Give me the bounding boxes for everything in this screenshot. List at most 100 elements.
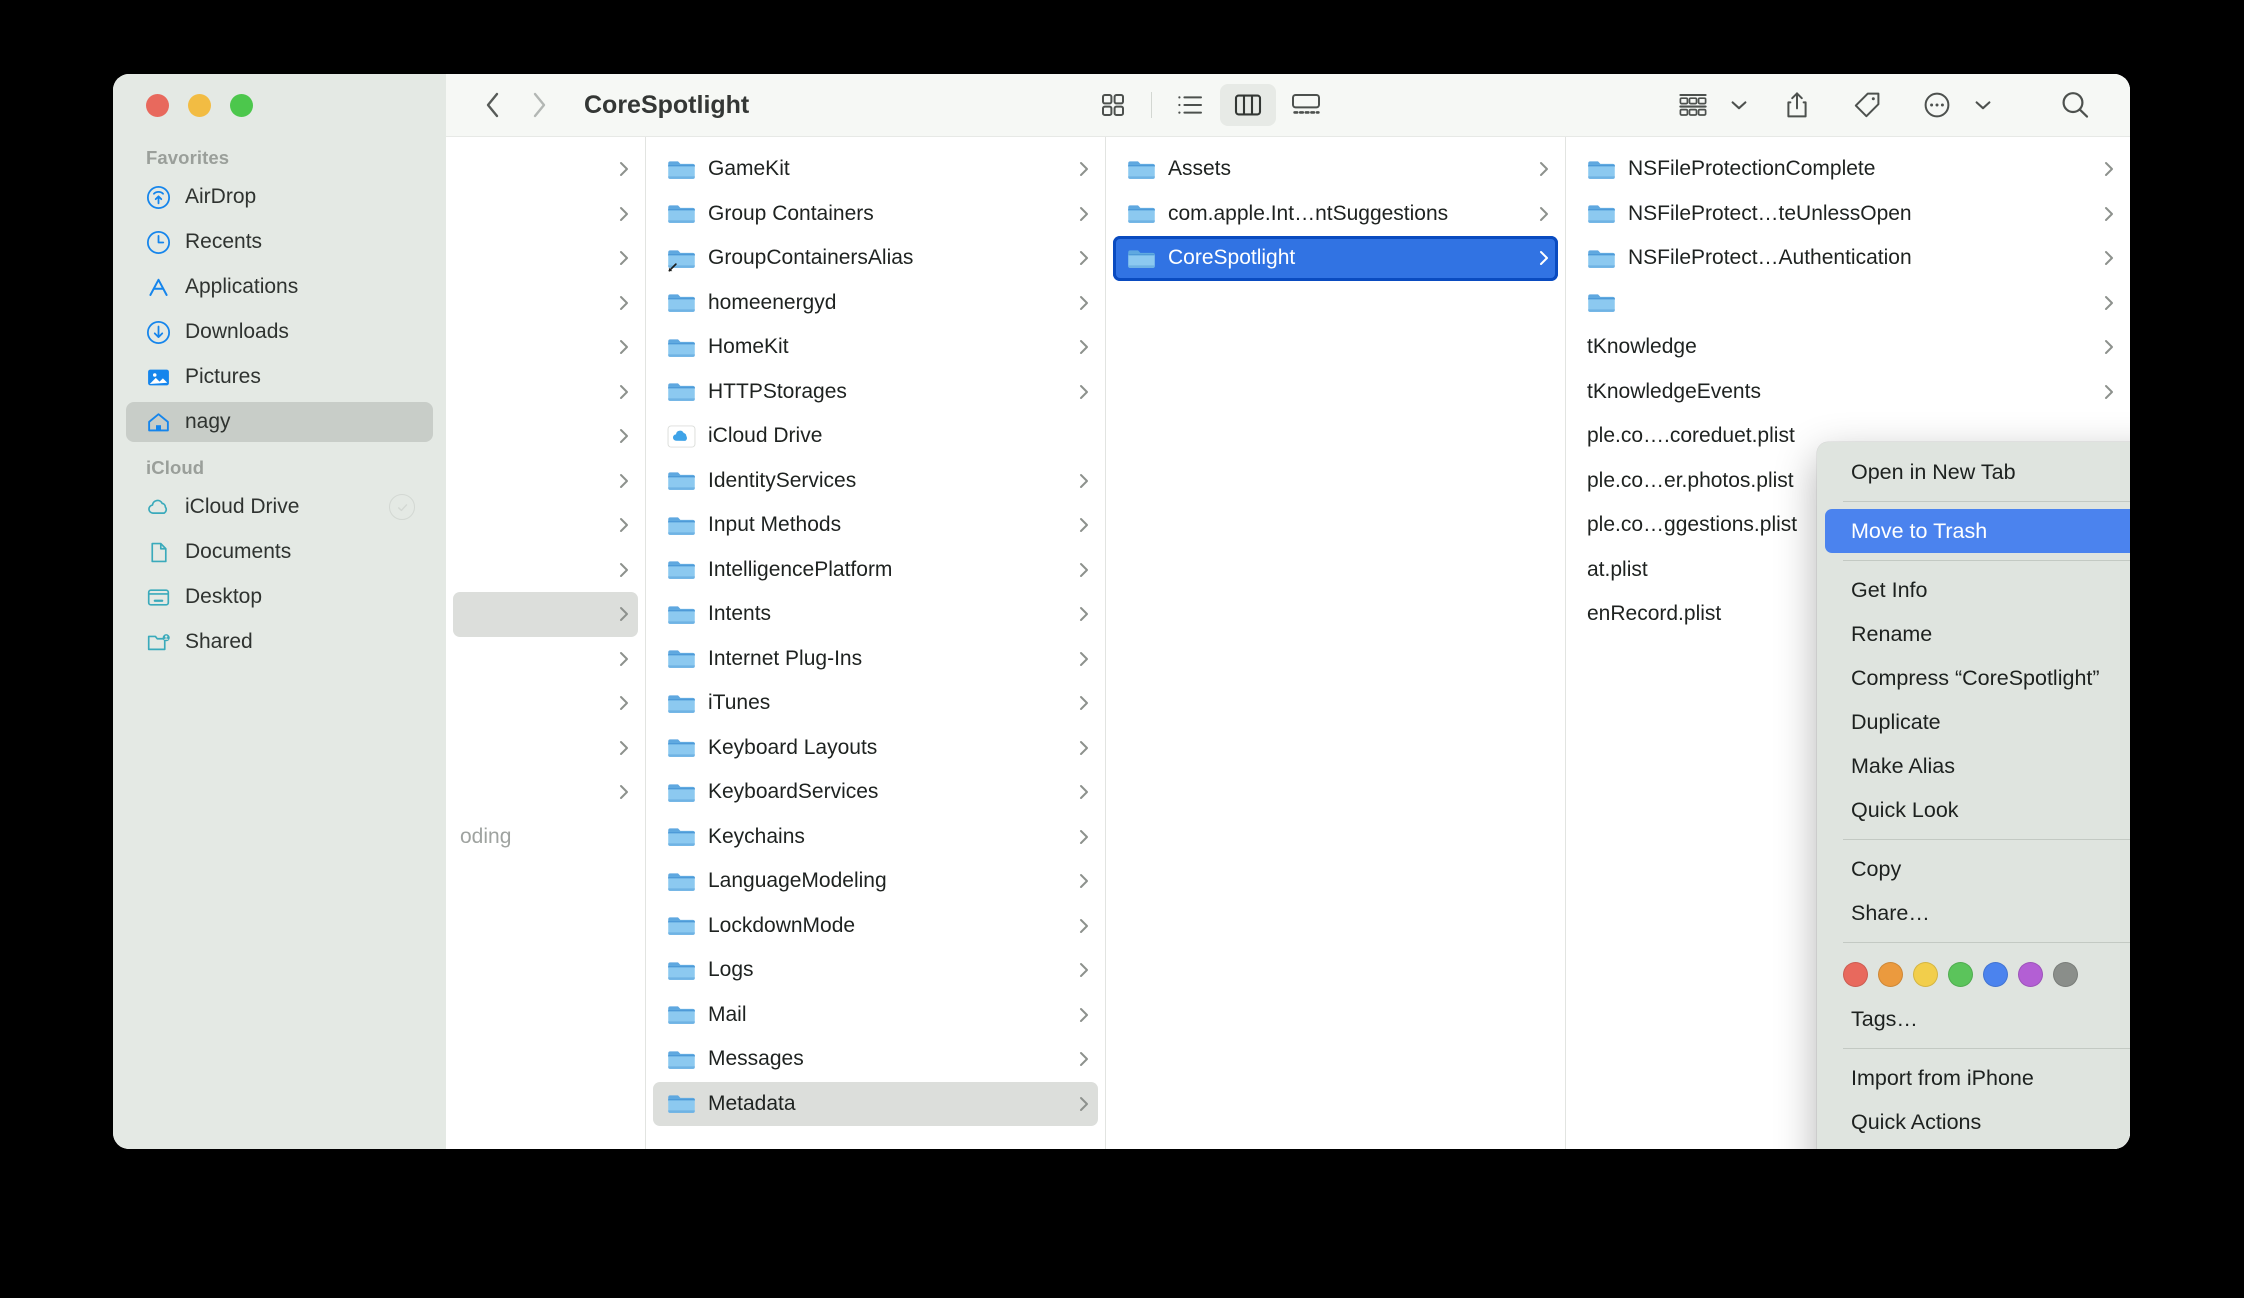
sidebar-item-shared[interactable]: Shared bbox=[126, 622, 433, 662]
zoom-button[interactable] bbox=[230, 94, 253, 117]
more-chevron-down-icon[interactable] bbox=[1972, 99, 1994, 111]
close-button[interactable] bbox=[146, 94, 169, 117]
file-row[interactable]: Mail bbox=[653, 993, 1098, 1038]
column-1[interactable]: GameKit Group Containers GroupContainersAl… bbox=[646, 137, 1106, 1149]
file-row[interactable]: Intents bbox=[653, 592, 1098, 637]
file-row-selected[interactable]: CoreSpotlight bbox=[1113, 236, 1558, 281]
gray-tag[interactable] bbox=[2053, 962, 2078, 987]
gallery-view-button[interactable] bbox=[1278, 84, 1334, 126]
folder-icon bbox=[667, 646, 696, 671]
forward-button[interactable] bbox=[516, 85, 562, 125]
chevron-down-icon[interactable] bbox=[1728, 99, 1750, 111]
file-row[interactable]: com.apple.Int…ntSuggestions bbox=[1113, 192, 1558, 237]
more-button[interactable] bbox=[1914, 85, 1960, 125]
file-row[interactable]: HomeKit bbox=[653, 325, 1098, 370]
minimize-button[interactable] bbox=[188, 94, 211, 117]
file-row[interactable]: iTunes bbox=[653, 681, 1098, 726]
file-row[interactable]: Keychains bbox=[653, 815, 1098, 860]
column-2[interactable]: Assets com.apple.Int…ntSuggestions CoreSpo… bbox=[1106, 137, 1566, 1149]
list-item[interactable] bbox=[453, 414, 638, 459]
sidebar-item-downloads[interactable]: Downloads bbox=[126, 312, 433, 352]
sidebar-item-airdrop[interactable]: AirDrop bbox=[126, 177, 433, 217]
list-item[interactable] bbox=[453, 147, 638, 192]
sidebar-item-desktop[interactable]: Desktop bbox=[126, 577, 433, 617]
menu-item-get-info[interactable]: Get Info bbox=[1825, 568, 2130, 612]
list-item[interactable] bbox=[453, 681, 638, 726]
menu-item-duplicate[interactable]: Duplicate bbox=[1825, 700, 2130, 744]
sidebar-item-pictures[interactable]: Pictures bbox=[126, 357, 433, 397]
file-row[interactable]: Group Containers bbox=[653, 192, 1098, 237]
column-0[interactable]: oding bbox=[446, 137, 646, 1149]
file-row[interactable]: NSFileProtectionComplete bbox=[1573, 147, 2123, 192]
back-button[interactable] bbox=[470, 85, 516, 125]
file-row[interactable]: tKnowledge bbox=[1573, 325, 2123, 370]
list-item[interactable] bbox=[453, 459, 638, 504]
file-row[interactable]: GameKit bbox=[653, 147, 1098, 192]
file-row[interactable]: tKnowledgeEvents bbox=[1573, 370, 2123, 415]
menu-item-tags[interactable]: Tags… bbox=[1825, 997, 2130, 1041]
file-row[interactable]: Assets bbox=[1113, 147, 1558, 192]
sidebar-item-documents[interactable]: Documents bbox=[126, 532, 433, 572]
file-row[interactable]: iCloud Drive bbox=[653, 414, 1098, 459]
file-row[interactable]: HTTPStorages bbox=[653, 370, 1098, 415]
file-row[interactable]: Keyboard Layouts bbox=[653, 726, 1098, 771]
file-row[interactable]: LockdownMode bbox=[653, 904, 1098, 949]
list-item-selected[interactable] bbox=[453, 592, 638, 637]
file-row[interactable]: KeyboardServices bbox=[653, 770, 1098, 815]
main-area: CoreSpotlight oding GameKit Group Contai… bbox=[446, 74, 2130, 1149]
column-view-button[interactable] bbox=[1220, 84, 1277, 126]
group-by-button[interactable] bbox=[1670, 85, 1716, 125]
orange-tag[interactable] bbox=[1878, 962, 1903, 987]
file-row[interactable]: homeenergyd bbox=[653, 281, 1098, 326]
menu-item-move-to-trash[interactable]: Move to Trash bbox=[1825, 509, 2130, 553]
search-button[interactable] bbox=[2052, 85, 2098, 125]
sidebar-item-nagy[interactable]: nagy bbox=[126, 402, 433, 442]
menu-item-rename[interactable]: Rename bbox=[1825, 612, 2130, 656]
file-row[interactable]: IdentityServices bbox=[653, 459, 1098, 504]
red-tag[interactable] bbox=[1843, 962, 1868, 987]
yellow-tag[interactable] bbox=[1913, 962, 1938, 987]
sidebar-item-icloud-drive[interactable]: iCloud Drive bbox=[126, 487, 433, 527]
sidebar-item-applications[interactable]: Applications bbox=[126, 267, 433, 307]
file-row[interactable]: Logs bbox=[653, 948, 1098, 993]
file-row[interactable]: GroupContainersAlias bbox=[653, 236, 1098, 281]
file-row[interactable]: NSFileProtect…Authentication bbox=[1573, 236, 2123, 281]
menu-item-import-from-iphone[interactable]: Import from iPhone bbox=[1825, 1056, 2130, 1100]
green-tag[interactable] bbox=[1948, 962, 1973, 987]
file-row[interactable]: Messages bbox=[653, 1037, 1098, 1082]
list-item[interactable] bbox=[453, 726, 638, 771]
purple-tag[interactable] bbox=[2018, 962, 2043, 987]
menu-item-copy[interactable]: Copy bbox=[1825, 847, 2130, 891]
menu-item-make-alias[interactable]: Make Alias bbox=[1825, 744, 2130, 788]
list-item[interactable] bbox=[453, 503, 638, 548]
menu-item-compress-corespotlight[interactable]: Compress “CoreSpotlight” bbox=[1825, 656, 2130, 700]
share-button[interactable] bbox=[1774, 85, 1820, 125]
file-row[interactable]: Internet Plug-Ins bbox=[653, 637, 1098, 682]
menu-item-quick-look[interactable]: Quick Look bbox=[1825, 788, 2130, 832]
icon-view-button[interactable] bbox=[1085, 84, 1141, 126]
file-row[interactable]: Input Methods bbox=[653, 503, 1098, 548]
menu-item-share[interactable]: Share… bbox=[1825, 891, 2130, 935]
sidebar-item-recents[interactable]: Recents bbox=[126, 222, 433, 262]
list-item[interactable] bbox=[453, 325, 638, 370]
menu-item-open-in-new-tab[interactable]: Open in New Tab bbox=[1825, 450, 2130, 494]
context-menu[interactable]: Open in New Tab Move to Trash Get Info Rena… bbox=[1817, 442, 2130, 1149]
file-row[interactable] bbox=[1573, 281, 2123, 326]
file-row[interactable]: IntelligencePlatform bbox=[653, 548, 1098, 593]
blue-tag[interactable] bbox=[1983, 962, 2008, 987]
file-row-selected[interactable]: Metadata bbox=[653, 1081, 1098, 1126]
list-item[interactable] bbox=[453, 770, 638, 815]
list-view-button[interactable] bbox=[1162, 84, 1218, 126]
file-name: LockdownMode bbox=[708, 913, 856, 937]
file-row[interactable]: LanguageModeling bbox=[653, 859, 1098, 904]
list-item[interactable] bbox=[453, 637, 638, 682]
list-item[interactable] bbox=[453, 370, 638, 415]
list-item[interactable] bbox=[453, 236, 638, 281]
list-item[interactable] bbox=[453, 281, 638, 326]
tag-button[interactable] bbox=[1844, 85, 1890, 125]
menu-item-quick-actions[interactable]: Quick Actions bbox=[1825, 1100, 2130, 1144]
chevron-right-icon bbox=[1078, 382, 1090, 402]
list-item[interactable] bbox=[453, 192, 638, 237]
file-row[interactable]: NSFileProtect…teUnlessOpen bbox=[1573, 192, 2123, 237]
list-item[interactable] bbox=[453, 548, 638, 593]
